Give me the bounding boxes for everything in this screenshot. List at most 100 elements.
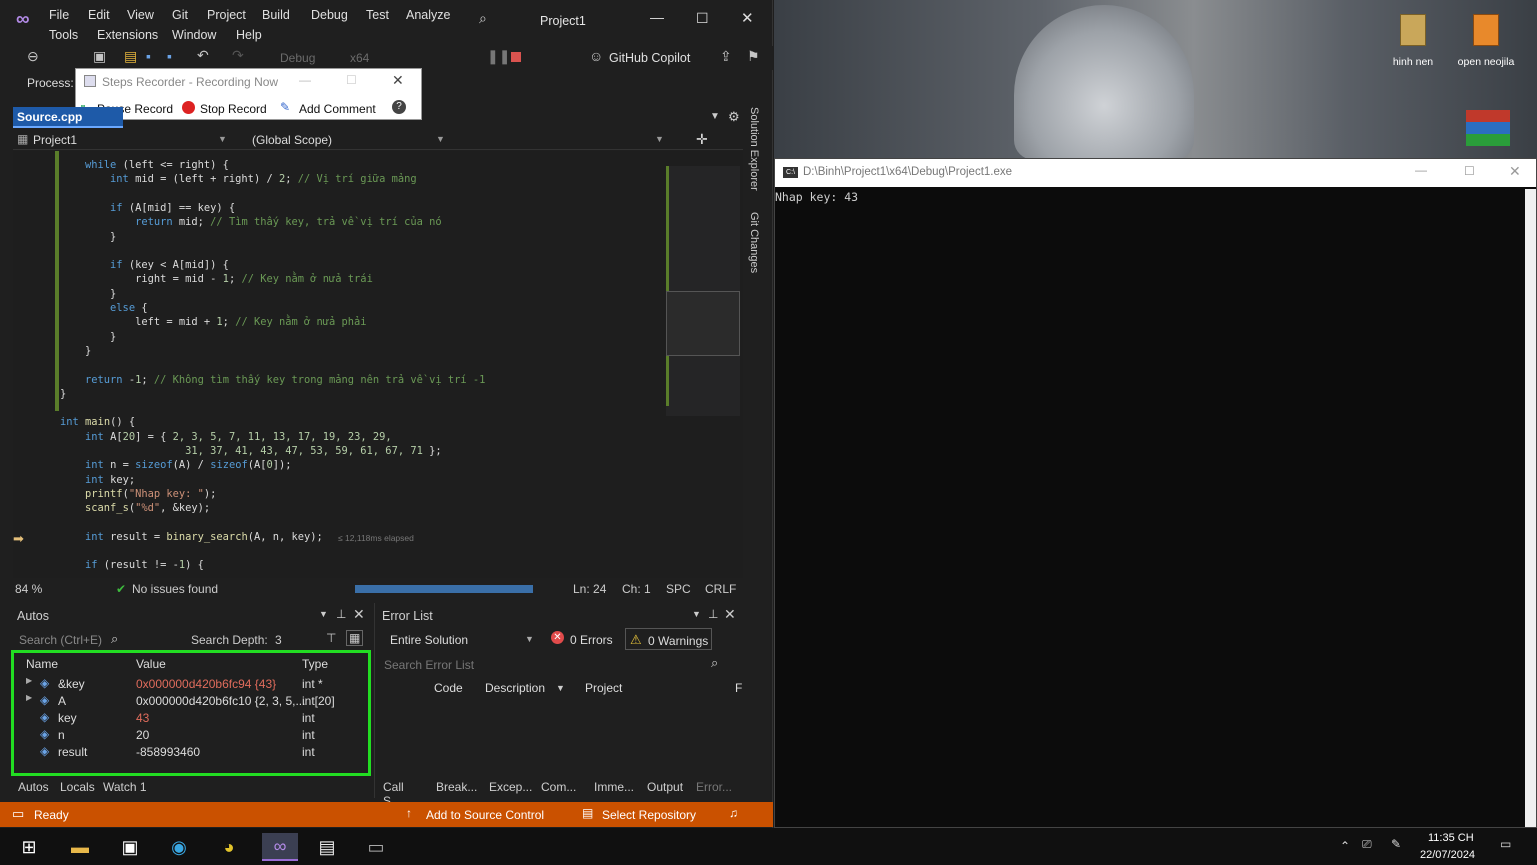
search-depth-value[interactable]: 3 (275, 633, 282, 647)
autos-row[interactable]: ◈ key 43 int (14, 709, 364, 726)
var-value[interactable]: 0x000000d420b6fc10 {2, 3, 5,... (136, 694, 305, 708)
chevron-down-icon[interactable]: ▼ (218, 134, 227, 144)
new-project-icon[interactable]: ▣ (93, 48, 106, 65)
errors-filter[interactable]: 0 Errors (570, 633, 613, 647)
var-value[interactable]: -858993460 (136, 745, 200, 759)
line-endings[interactable]: CRLF (705, 582, 736, 596)
var-value[interactable]: 43 (136, 711, 149, 725)
help-icon[interactable]: ? (392, 100, 406, 114)
var-value[interactable]: 20 (136, 728, 149, 742)
share-icon[interactable]: ⇪ (720, 48, 732, 65)
menu-file[interactable]: File (49, 8, 69, 22)
scope-dropdown[interactable]: Entire Solution ▼ (382, 628, 538, 650)
add-comment-icon[interactable]: ✎ (280, 100, 290, 114)
feedback-icon[interactable]: ⚑ (747, 48, 760, 65)
col-description[interactable]: Description (485, 681, 545, 695)
bottom-tab[interactable]: Com... (541, 780, 576, 794)
bottom-tab[interactable]: Excep... (489, 780, 532, 794)
console-scrollbar[interactable] (1525, 189, 1536, 827)
stop-debugging-icon[interactable] (511, 52, 521, 62)
bottom-tab[interactable]: Break... (436, 780, 477, 794)
menu-help[interactable]: Help (236, 28, 262, 42)
add-comment-button[interactable]: Add Comment (299, 102, 376, 116)
stop-record-button[interactable]: Stop Record (200, 102, 267, 116)
col-value[interactable]: Value (136, 657, 166, 671)
menu-git[interactable]: Git (172, 8, 188, 22)
search-icon[interactable]: ⌕ (711, 655, 718, 671)
pause-icon[interactable]: ❚❚ (487, 48, 510, 65)
chevron-down-icon[interactable]: ▼ (655, 134, 664, 144)
code-editor[interactable]: while (left <= right) { int mid = (left … (13, 151, 743, 578)
start-icon[interactable]: ⊞ (15, 833, 43, 861)
panel-dropdown-icon[interactable]: ▼ (692, 609, 701, 619)
sort-icon[interactable]: ▼ (556, 683, 565, 693)
close-icon[interactable]: ✕ (741, 9, 754, 27)
select-repository[interactable]: Select Repository (602, 808, 696, 822)
autos-row[interactable]: ▶ ◈ A 0x000000d420b6fc10 {2, 3, 5,... int[20… (14, 692, 364, 709)
add-source-control[interactable]: Add to Source Control (426, 808, 544, 822)
steps-close-icon[interactable]: ✕ (392, 72, 404, 89)
bottom-tab[interactable]: Error... (696, 780, 732, 794)
tab-locals[interactable]: Locals (60, 780, 95, 794)
indent-mode[interactable]: SPC (666, 582, 691, 596)
winrar-icon[interactable] (1466, 110, 1510, 146)
pin-icon[interactable]: ⊥ (708, 607, 718, 621)
col-file[interactable]: F (735, 681, 742, 695)
pen-icon[interactable]: ✎ (1391, 837, 1401, 851)
split-icon[interactable]: ✛ (696, 131, 708, 148)
hex-icon[interactable]: ▦ (346, 630, 364, 646)
bottom-tab[interactable]: Output (647, 780, 683, 794)
tab-dropdown-icon[interactable]: ▼ (710, 111, 720, 122)
menu-build[interactable]: Build (262, 8, 290, 22)
col-code[interactable]: Code (434, 681, 463, 695)
solution-explorer-tab[interactable]: Solution Explorer (748, 107, 760, 191)
pin-icon[interactable]: ⊥ (336, 607, 346, 621)
menu-view[interactable]: View (127, 8, 154, 22)
chrome-icon[interactable]: ◕ (215, 833, 243, 861)
file-explorer-icon[interactable]: ▬ (66, 833, 94, 861)
copilot-button[interactable]: GitHub Copilot (609, 51, 690, 65)
open-folder-icon[interactable]: ▤ (124, 48, 137, 65)
maximize-icon[interactable]: ☐ (1464, 164, 1475, 178)
col-project[interactable]: Project (585, 681, 622, 695)
visual-studio-taskbar-icon[interactable]: ∞ (262, 833, 298, 861)
network-icon[interactable]: ⎚ (1362, 837, 1372, 852)
edge-icon[interactable]: ◉ (165, 833, 193, 861)
chevron-down-icon[interactable]: ▼ (436, 134, 445, 144)
zoom-level[interactable]: 84 % (15, 582, 42, 596)
store-icon[interactable]: ▣ (116, 833, 144, 861)
bell-icon[interactable]: ♫ (729, 806, 738, 820)
col-type[interactable]: Type (302, 657, 328, 671)
save-all-icon[interactable]: ▪ (167, 48, 172, 64)
close-icon[interactable]: ✕ (1509, 163, 1521, 180)
steps-minimize-icon[interactable]: — (299, 73, 311, 87)
scope-dropdown[interactable]: (Global Scope) (252, 133, 332, 147)
tab-watch1[interactable]: Watch 1 (103, 780, 147, 794)
settings-icon[interactable]: ⚙ (728, 109, 740, 125)
save-icon[interactable]: ▪ (146, 48, 151, 64)
back-icon[interactable]: ⊖ (27, 48, 39, 65)
desktop-icon-hinh-nen[interactable]: hinh nen (1388, 10, 1438, 70)
menu-tools[interactable]: Tools (49, 28, 78, 42)
menu-debug[interactable]: Debug (311, 8, 348, 22)
menu-test[interactable]: Test (366, 8, 389, 22)
stop-record-icon[interactable] (182, 101, 195, 114)
project-dropdown[interactable]: Project1 (33, 133, 77, 147)
maximize-icon[interactable]: ☐ (696, 10, 709, 27)
steps-recorder-taskbar-icon[interactable]: ▤ (313, 833, 341, 861)
autos-search-input[interactable]: Search (Ctrl+E) (19, 633, 102, 647)
horizontal-scrollbar[interactable] (355, 585, 533, 593)
desktop-icon-open-neojila[interactable]: open neojila (1451, 10, 1521, 70)
panel-close-icon[interactable]: ✕ (724, 606, 736, 623)
menu-edit[interactable]: Edit (88, 8, 110, 22)
minimize-icon[interactable]: — (650, 9, 664, 25)
issues-status[interactable]: No issues found (132, 582, 218, 596)
copilot-icon[interactable]: ☺ (589, 48, 603, 64)
tab-source-cpp[interactable]: Source.cpp (13, 107, 123, 128)
warnings-filter[interactable]: ⚠ 0 Warnings (625, 628, 712, 650)
autos-row[interactable]: ◈ n 20 int (14, 726, 364, 743)
minimap[interactable] (666, 166, 740, 416)
pin-value-icon[interactable]: ⊤ (326, 631, 336, 645)
menu-analyze[interactable]: Analyze (406, 8, 450, 22)
col-name[interactable]: Name (26, 657, 58, 671)
